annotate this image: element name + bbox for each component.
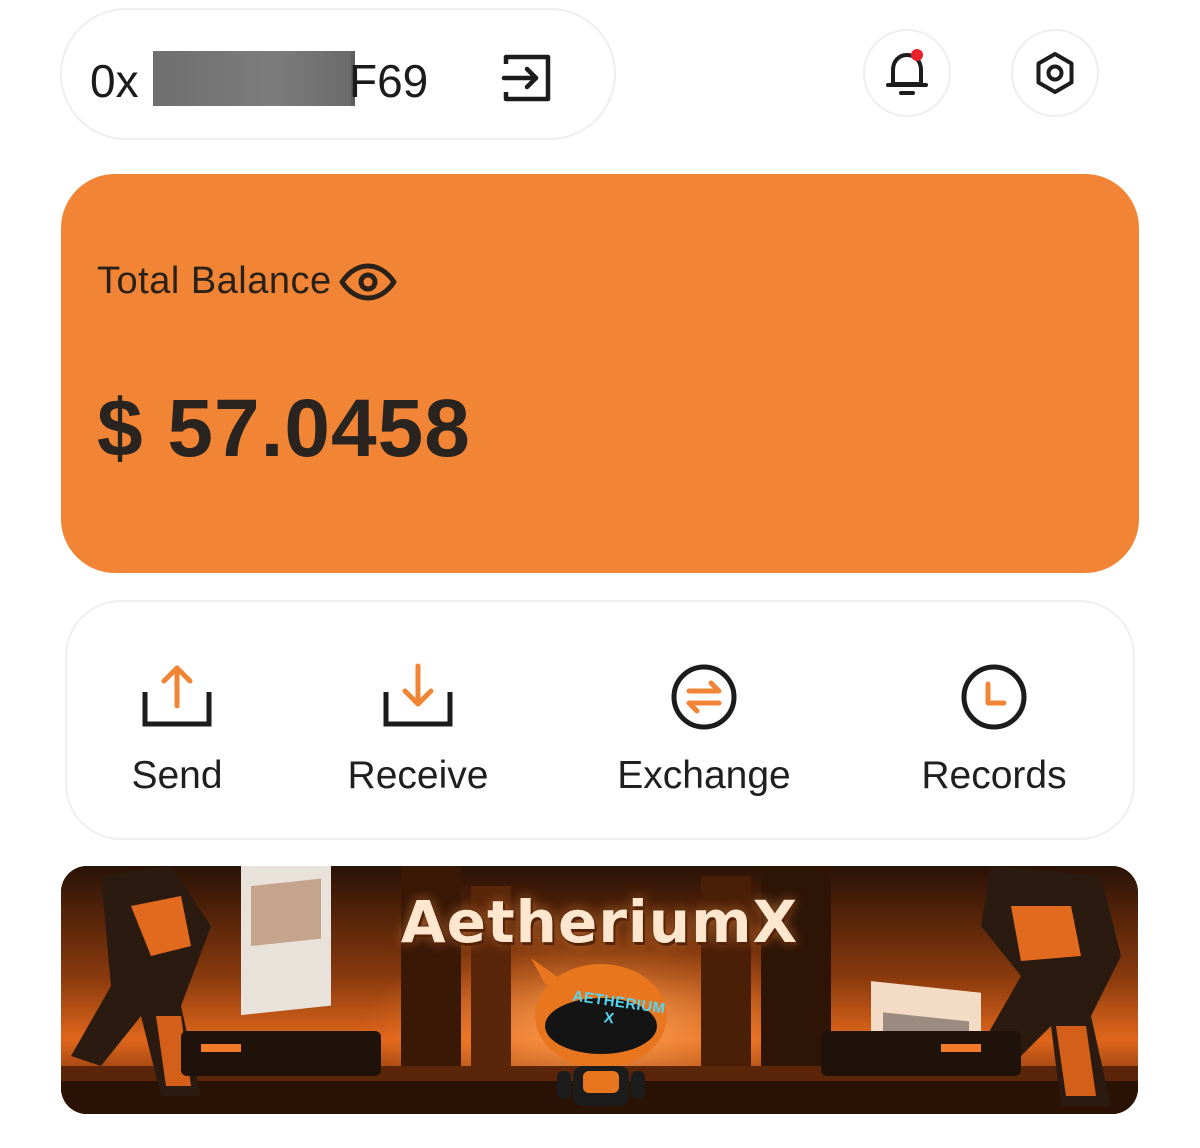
records-icon — [957, 660, 1031, 734]
balance-label: Total Balance — [97, 260, 332, 302]
balance-card: Total Balance $ 57.0458 — [61, 174, 1139, 573]
wallet-home: 0x F69 Total Balance $ 57.0458 Send Rece… — [0, 0, 1200, 1148]
banner-title: AetheriumX — [400, 888, 799, 956]
send-icon — [140, 660, 214, 734]
logout-button[interactable] — [500, 50, 556, 106]
notification-dot — [911, 49, 923, 61]
eye-icon — [339, 263, 397, 300]
logout-icon — [501, 54, 551, 102]
exchange-button[interactable]: Exchange — [594, 602, 814, 838]
wallet-address-suffix: F69 — [349, 55, 429, 107]
settings-button[interactable] — [1011, 29, 1099, 117]
receive-button[interactable]: Receive — [308, 602, 528, 838]
promo-banner[interactable]: AetheriumX AETHERIUM X — [61, 866, 1138, 1114]
receive-label: Receive — [347, 754, 489, 797]
address-redaction — [153, 51, 355, 106]
wallet-address-pill[interactable]: 0x F69 — [60, 8, 616, 140]
bell-icon — [886, 49, 928, 95]
send-label: Send — [131, 754, 223, 797]
toggle-balance-visibility[interactable] — [338, 262, 398, 302]
wallet-address-prefix: 0x — [90, 55, 139, 107]
balance-label-row: Total Balance — [97, 260, 398, 303]
notifications-button[interactable] — [863, 29, 951, 117]
records-button[interactable]: Records — [884, 602, 1104, 838]
balance-value: $ 57.0458 — [97, 383, 471, 474]
exchange-label: Exchange — [617, 754, 791, 797]
send-button[interactable]: Send — [67, 602, 287, 838]
settings-icon — [1036, 52, 1074, 94]
records-label: Records — [921, 754, 1067, 797]
receive-icon — [381, 660, 455, 734]
exchange-icon — [667, 660, 741, 734]
quick-actions: Send Receive Exchange Records — [65, 600, 1135, 840]
